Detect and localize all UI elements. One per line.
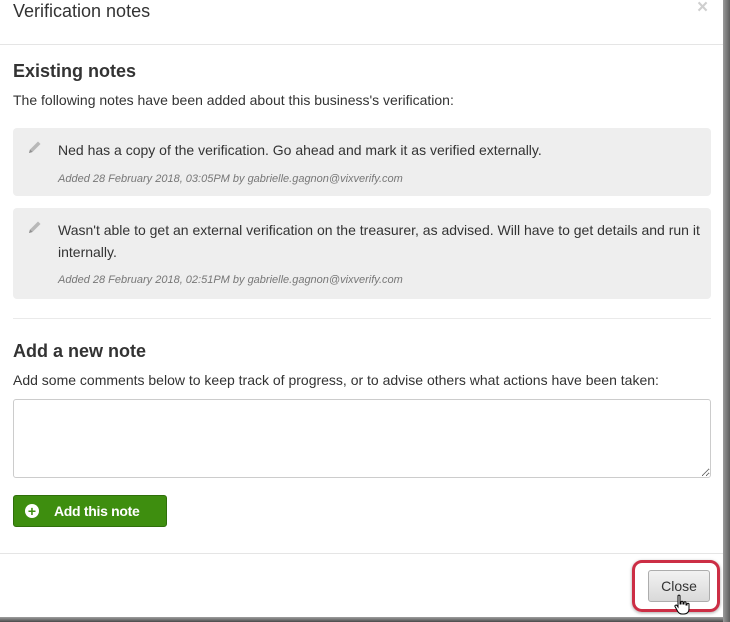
- pencil-icon: [29, 141, 41, 153]
- hand-cursor-icon: [674, 594, 690, 615]
- add-note-button[interactable]: + Add this note: [13, 495, 167, 527]
- note-text: Ned has a copy of the verification. Go a…: [58, 142, 542, 158]
- window-shadow-right: [723, 0, 730, 622]
- note-item: Wasn't able to get an external verificat…: [13, 208, 711, 299]
- window-shadow-bottom: [0, 617, 723, 622]
- note-textarea[interactable]: [13, 399, 711, 478]
- existing-notes-description: The following notes have been added abou…: [13, 92, 454, 108]
- note-meta: Added 28 February 2018, 03:05PM by gabri…: [58, 173, 403, 185]
- modal-close-x-icon[interactable]: ×: [697, 0, 708, 19]
- pencil-icon: [29, 221, 41, 233]
- modal-title: Verification notes: [13, 1, 151, 21]
- plus-circle-icon: +: [25, 504, 39, 518]
- add-note-description: Add some comments below to keep track of…: [13, 372, 659, 388]
- verification-notes-modal: Verification notes × Existing notes The …: [0, 0, 723, 622]
- add-note-button-label: Add this note: [54, 503, 140, 519]
- modal-footer-divider: [0, 553, 723, 554]
- existing-notes-heading: Existing notes: [13, 61, 137, 81]
- note-item: Ned has a copy of the verification. Go a…: [13, 128, 711, 196]
- add-note-heading: Add a new note: [13, 341, 147, 361]
- section-divider: [13, 318, 711, 319]
- modal-header: Verification notes ×: [0, 0, 723, 45]
- note-meta: Added 28 February 2018, 02:51PM by gabri…: [58, 274, 403, 286]
- note-text: Wasn't able to get an external verificat…: [58, 222, 700, 260]
